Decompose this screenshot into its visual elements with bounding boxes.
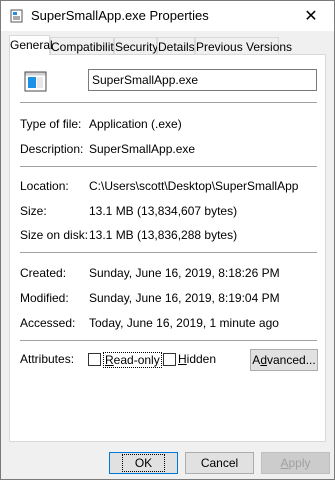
tab-compatibility[interactable]: Compatibility <box>50 37 120 54</box>
tab-general[interactable]: General <box>9 35 53 55</box>
accessed-label: Accessed: <box>20 316 76 330</box>
advanced-button[interactable]: Ad vanced... <box>250 349 318 371</box>
location-value: C:\Users\scott\Desktop\SuperSmallApp <box>89 179 299 193</box>
hidden-label[interactable]: Hidden <box>178 352 216 366</box>
type-of-file-label: Type of file: <box>20 117 82 131</box>
cancel-button[interactable]: Cancel <box>185 452 254 474</box>
separator <box>20 340 317 341</box>
window-title: SuperSmallApp.exe Properties <box>31 8 209 23</box>
description-label: Description: <box>20 142 84 156</box>
general-tab-panel: SuperSmallApp.exe Type of file: Applicat… <box>9 54 326 442</box>
properties-dialog: SuperSmallApp.exe Properties ✕ General C… <box>0 0 335 480</box>
readonly-label[interactable]: Read-only <box>103 352 162 368</box>
modified-value: Sunday, June 16, 2019, 8:19:04 PM <box>89 291 280 305</box>
size-on-disk-label: Size on disk: <box>20 228 89 242</box>
description-value: SuperSmallApp.exe <box>89 142 196 156</box>
accessed-value: Today, June 16, 2019, 1 minute ago <box>89 316 279 330</box>
size-label: Size: <box>20 204 47 218</box>
title-bar[interactable]: SuperSmallApp.exe Properties ✕ <box>1 1 334 31</box>
file-properties-icon <box>10 9 23 23</box>
location-label: Location: <box>20 179 69 193</box>
created-label: Created: <box>20 266 67 280</box>
size-on-disk-value: 13.1 MB (13,836,288 bytes) <box>89 228 238 242</box>
attributes-label: Attributes: <box>20 352 75 366</box>
tab-details[interactable]: Details <box>157 37 195 54</box>
size-value: 13.1 MB (13,834,607 bytes) <box>89 204 238 218</box>
close-icon: ✕ <box>304 8 318 25</box>
apply-button: Apply <box>261 452 330 474</box>
separator <box>20 102 317 103</box>
hidden-checkbox[interactable] <box>163 353 176 366</box>
readonly-checkbox[interactable] <box>88 353 101 366</box>
tab-previous-versions[interactable]: Previous Versions <box>195 37 292 54</box>
ok-button[interactable]: OK <box>109 452 178 474</box>
application-icon <box>24 71 47 92</box>
created-value: Sunday, June 16, 2019, 8:18:26 PM <box>89 266 280 280</box>
close-button[interactable]: ✕ <box>288 1 334 31</box>
separator <box>20 252 317 253</box>
type-of-file-value: Application (.exe) <box>89 117 182 131</box>
file-name-field[interactable]: SuperSmallApp.exe <box>88 69 317 91</box>
separator <box>20 166 317 167</box>
modified-label: Modified: <box>20 291 69 305</box>
tab-security[interactable]: Security <box>114 37 158 54</box>
